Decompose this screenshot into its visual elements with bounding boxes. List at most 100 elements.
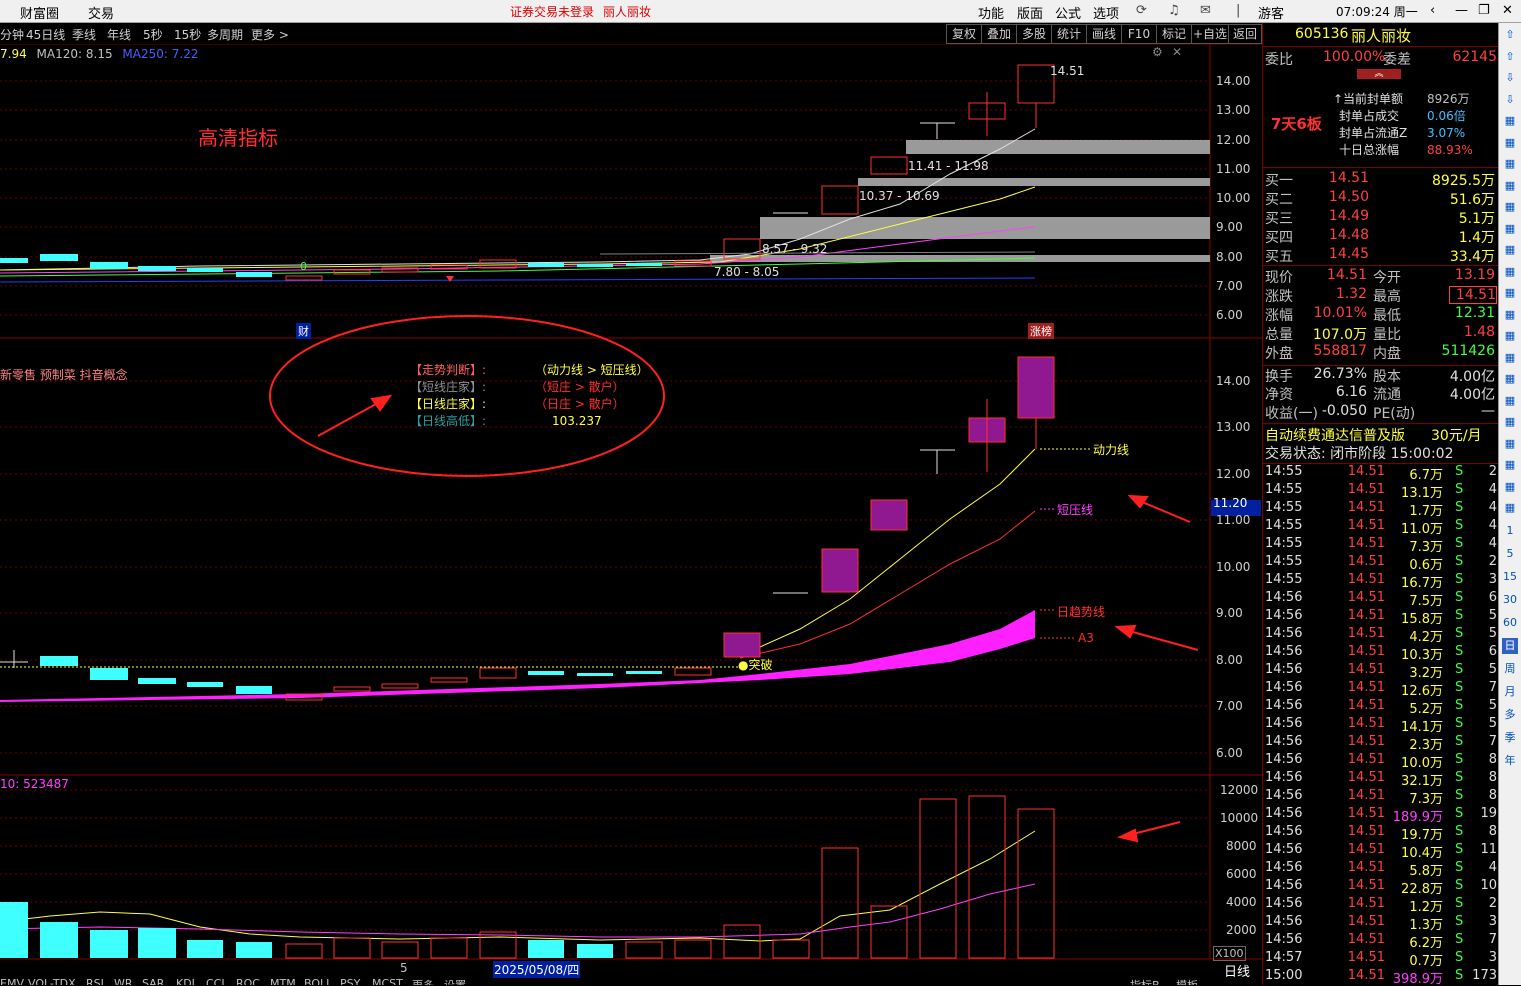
draw-button[interactable]: 画线: [1086, 24, 1122, 44]
tick-side: S: [1455, 482, 1464, 497]
chart-icon[interactable]: ▦: [1502, 135, 1518, 151]
menu-trade[interactable]: 交易: [88, 3, 114, 22]
tab-rsi[interactable]: RSI: [86, 977, 104, 985]
tab-wr[interactable]: WR: [114, 977, 133, 985]
promo-row[interactable]: 自动续费通达信普及版 30元/月: [1263, 423, 1499, 444]
menu-layout[interactable]: 版面: [1017, 3, 1043, 22]
tab-cci[interactable]: CCI: [206, 977, 225, 985]
expand-icon[interactable]: ︽: [1357, 69, 1401, 79]
tab-indicator-b[interactable]: 指标B: [1130, 977, 1160, 985]
tab-kdj[interactable]: KDJ: [176, 977, 195, 985]
fuquan-button[interactable]: 复权: [946, 24, 982, 44]
tick-time: 14:56: [1265, 896, 1303, 911]
chart-icon[interactable]: ▦: [1502, 436, 1518, 452]
period-5s[interactable]: 5秒: [143, 26, 163, 43]
tab-more[interactable]: 更多: [412, 977, 434, 985]
refresh-icon[interactable]: ⟳: [1136, 3, 1147, 18]
tab-settings[interactable]: 设置: [444, 977, 466, 985]
stats-button[interactable]: 统计: [1051, 24, 1087, 44]
chart-icon[interactable]: ▦: [1502, 307, 1518, 323]
period-more[interactable]: 更多 >: [251, 26, 289, 43]
multi-stock-button[interactable]: 多股: [1016, 24, 1052, 44]
back-button[interactable]: 返回: [1228, 24, 1262, 44]
menu-options[interactable]: 选项: [1093, 3, 1119, 22]
settings-icon[interactable]: ⚙: [1152, 45, 1163, 59]
menu-function[interactable]: 功能: [978, 3, 1004, 22]
tab-template[interactable]: 模板: [1176, 977, 1198, 985]
close-icon[interactable]: ✕: [1502, 3, 1513, 18]
period-year[interactable]: 年线: [107, 26, 131, 43]
chart-icon[interactable]: ▦: [1502, 393, 1518, 409]
promo-text[interactable]: 自动续费通达信普及版: [1265, 425, 1405, 445]
strip-period-6[interactable]: 周: [1502, 661, 1518, 677]
tab-mtm[interactable]: MTM: [270, 977, 296, 985]
tab-vol[interactable]: VOL-TDX: [28, 977, 76, 985]
strip-period-2[interactable]: 15: [1502, 569, 1518, 585]
strip-period-10[interactable]: 年: [1502, 753, 1518, 769]
restore-icon[interactable]: ❐: [1478, 3, 1490, 18]
up-arrow-icon[interactable]: ⇧: [1502, 27, 1518, 43]
chart-icon[interactable]: ▦: [1502, 350, 1518, 366]
chart-icon[interactable]: ▦: [1502, 156, 1518, 172]
tick-list[interactable]: 14:55 14.51 6.7万 S 2 14:55 14.51 13.1万 S 4 14:55 14…: [1263, 463, 1499, 986]
chart-icon[interactable]: ▦: [1502, 178, 1518, 194]
event-zhangbang-badge[interactable]: 涨榜: [1028, 323, 1054, 339]
tick-side: S: [1455, 464, 1464, 479]
mail-icon[interactable]: ✉: [1200, 3, 1211, 18]
menu-formula[interactable]: 公式: [1055, 3, 1081, 22]
chart-icon[interactable]: ▦: [1502, 242, 1518, 258]
tick-volume: 3.2万: [1409, 666, 1443, 681]
strip-period-5[interactable]: 日: [1502, 638, 1518, 654]
chart-icon[interactable]: ▦: [1502, 199, 1518, 215]
tick-volume: 22.8万: [1401, 882, 1443, 897]
chart-icon[interactable]: ▦: [1502, 285, 1518, 301]
strip-period-9[interactable]: 季: [1502, 730, 1518, 746]
chart-icon[interactable]: ▦: [1502, 414, 1518, 430]
promo-price[interactable]: 30元/月: [1431, 425, 1482, 445]
strip-period-7[interactable]: 月: [1502, 684, 1518, 700]
chart-icon[interactable]: ▦: [1502, 457, 1518, 473]
strip-period-8[interactable]: 多: [1502, 707, 1518, 723]
event-cai-badge[interactable]: 财: [296, 323, 311, 339]
period-multi[interactable]: 多周期: [207, 26, 243, 43]
back-icon[interactable]: ‹: [1430, 3, 1435, 18]
period-label[interactable]: 日线: [1224, 961, 1250, 980]
tab-psy[interactable]: PSY: [340, 977, 360, 985]
chart-icon[interactable]: ▦: [1502, 221, 1518, 237]
period-season[interactable]: 季线: [72, 26, 96, 43]
chart-icon[interactable]: ▦: [1502, 328, 1518, 344]
stats-row: 换手 26.73% 股本 4.00亿: [1263, 365, 1499, 385]
period-15s[interactable]: 15秒: [174, 26, 201, 43]
minimize-icon[interactable]: —: [1455, 3, 1468, 18]
strip-period-3[interactable]: 30: [1502, 592, 1518, 608]
user-name[interactable]: 游客: [1258, 3, 1284, 22]
tab-sar[interactable]: SAR: [142, 977, 164, 985]
tab-roc[interactable]: ROC: [236, 977, 260, 985]
period-45day[interactable]: 45日线: [26, 26, 65, 43]
down-arrow-icon[interactable]: ⇩: [1502, 70, 1518, 86]
tab-mcst[interactable]: MCST: [372, 977, 403, 985]
overlay-button[interactable]: 叠加: [981, 24, 1017, 44]
mark-button[interactable]: 标记: [1156, 24, 1192, 44]
chart-icon[interactable]: ▦: [1502, 371, 1518, 387]
close-chart-icon[interactable]: ✕: [1172, 45, 1182, 59]
chart-icon[interactable]: ▦: [1502, 500, 1518, 516]
chart-icon[interactable]: ▦: [1502, 264, 1518, 280]
chart-icon[interactable]: ▦: [1502, 479, 1518, 495]
period-minute[interactable]: 分钟: [0, 26, 24, 43]
chart-icon[interactable]: ▦: [1502, 113, 1518, 129]
login-alert[interactable]: 证券交易未登录: [510, 3, 594, 20]
bell-icon[interactable]: ♫: [1168, 3, 1180, 18]
strip-period-1[interactable]: 5: [1502, 546, 1518, 562]
tick-row: 14:56 14.51 6.2万 S 7: [1263, 932, 1499, 951]
menu-caifuquan[interactable]: 财富圈: [20, 3, 59, 22]
tab-emv[interactable]: EMV: [0, 977, 24, 985]
strip-period-4[interactable]: 60: [1502, 615, 1518, 631]
tab-boll[interactable]: BOLL: [304, 977, 332, 985]
strip-period-0[interactable]: 1: [1502, 523, 1518, 539]
down-arrow-icon[interactable]: ⇩: [1502, 92, 1518, 108]
f10-button[interactable]: F10: [1121, 24, 1157, 44]
up-arrow-icon[interactable]: ⇧: [1502, 49, 1518, 65]
seal-label: ↑当前封单额: [1333, 92, 1404, 106]
add-watchlist-button[interactable]: +自选: [1191, 24, 1229, 44]
